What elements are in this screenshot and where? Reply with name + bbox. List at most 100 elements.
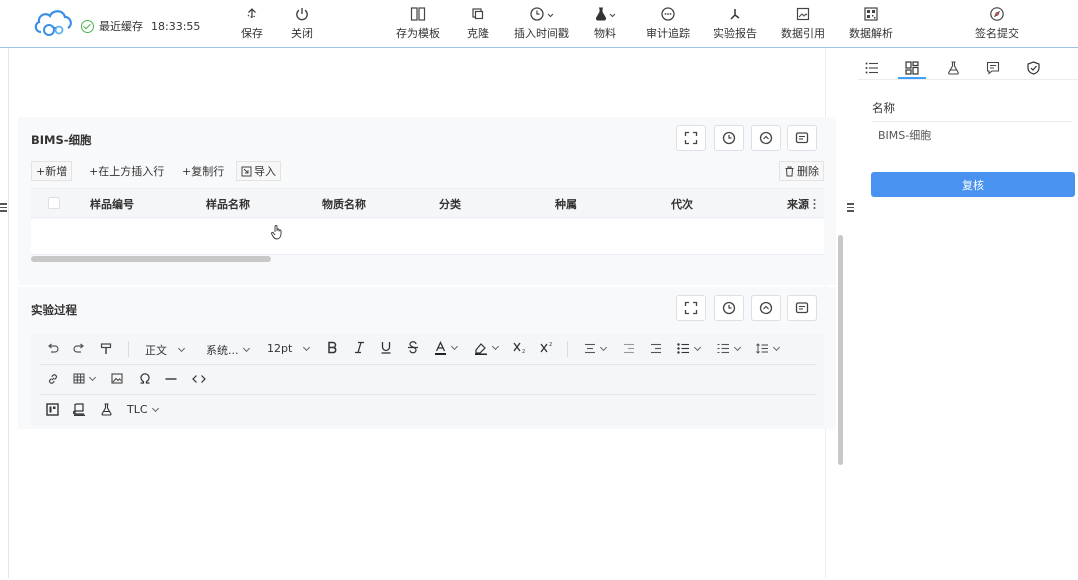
review-button[interactable]: 复核: [871, 172, 1075, 197]
subscript-button[interactable]: 2: [513, 341, 527, 354]
clock-icon: [722, 131, 736, 145]
editor-toolbar-divider: [40, 364, 816, 365]
highlight-color-button[interactable]: [474, 341, 500, 355]
underline-button[interactable]: [380, 341, 392, 354]
left-collapse-handle[interactable]: [0, 203, 7, 212]
sign-submit-button[interactable]: 签名提交: [975, 4, 1019, 44]
column-header: 种属: [555, 198, 577, 211]
insert-timestamp-button[interactable]: 插入时间戳: [514, 4, 569, 44]
align-select[interactable]: [584, 343, 608, 354]
insert-reaction-button[interactable]: [100, 403, 113, 416]
outdent-button[interactable]: [623, 343, 635, 354]
font-color-button[interactable]: [434, 341, 459, 355]
fullscreen-icon: [684, 131, 698, 145]
tlc-select[interactable]: TLC: [127, 403, 159, 416]
audit-trail-button[interactable]: 审计追踪: [646, 4, 690, 44]
chevron-down-icon: [242, 344, 250, 353]
select-all-checkbox[interactable]: [48, 197, 60, 209]
tab-comments[interactable]: [978, 58, 1008, 78]
import-icon: [241, 166, 252, 176]
code-view-button[interactable]: [192, 373, 206, 385]
clock-icon: [528, 4, 556, 24]
bims-history-button[interactable]: [714, 125, 744, 151]
column-header: 物质名称: [322, 198, 366, 211]
strikethrough-button[interactable]: [407, 341, 419, 354]
autosave-time: 18:33:55: [151, 19, 201, 33]
main-scrollbar[interactable]: [838, 235, 843, 465]
numbered-list-select[interactable]: [717, 343, 742, 354]
table-horizontal-scrollbar[interactable]: [31, 256, 271, 262]
upload-icon: [244, 4, 260, 24]
bims-comment-button[interactable]: [787, 125, 817, 151]
format-painter-button[interactable]: [100, 343, 112, 355]
clone-button[interactable]: 克隆: [467, 4, 489, 44]
indent-button[interactable]: [650, 343, 662, 354]
bullet-list-select[interactable]: [677, 343, 702, 354]
data-reference-button[interactable]: 数据引用: [781, 4, 825, 44]
template-icon: [410, 4, 426, 24]
insert-above-button[interactable]: +在上方插入行: [85, 161, 168, 181]
horizontal-rule-button[interactable]: [165, 373, 177, 385]
tab-components[interactable]: [897, 58, 927, 78]
book-icon: [73, 403, 85, 416]
paragraph-select[interactable]: 正文: [145, 342, 186, 358]
special-char-button[interactable]: [139, 372, 151, 384]
chevron-down-icon: [303, 343, 311, 351]
font-size-select[interactable]: 12pt: [267, 342, 311, 355]
bims-collapse-button[interactable]: [751, 125, 781, 151]
bims-table-header: [31, 188, 824, 218]
insert-table-select[interactable]: [73, 373, 97, 384]
process-history-button[interactable]: [714, 295, 744, 321]
dashboard-icon: [905, 61, 919, 75]
italic-icon: [355, 341, 364, 354]
import-button[interactable]: 导入: [236, 161, 281, 181]
save-template-button[interactable]: 存为模板: [396, 4, 440, 44]
right-collapse-handle[interactable]: [847, 203, 854, 212]
bims-section-title: BIMS-细胞: [31, 133, 92, 147]
redo-button[interactable]: [72, 343, 86, 355]
chevron-down-icon: [151, 404, 159, 412]
process-fullscreen-button[interactable]: [676, 295, 706, 321]
indent-icon: [651, 343, 661, 354]
name-input[interactable]: [872, 121, 1072, 147]
tab-outline[interactable]: [857, 58, 887, 78]
highlighter-icon: [475, 343, 487, 355]
insert-link-button[interactable]: [47, 373, 59, 385]
fullscreen-icon: [684, 301, 698, 315]
line-height-select[interactable]: [756, 343, 781, 354]
app-logo: [34, 10, 72, 36]
insert-structure-button[interactable]: [46, 403, 59, 416]
add-row-button[interactable]: +新增: [31, 161, 73, 181]
column-menu-icon[interactable]: [813, 198, 816, 210]
tab-security[interactable]: [1018, 58, 1048, 78]
right-tabs-divider: [858, 79, 1078, 80]
insert-spectrum-button[interactable]: [73, 403, 86, 416]
experiment-report-button[interactable]: 实验报告: [713, 4, 757, 44]
process-collapse-button[interactable]: [751, 295, 781, 321]
chevron-down-icon: [733, 343, 742, 351]
autosave-label: 最近缓存: [99, 20, 143, 33]
superscript-button[interactable]: 2: [540, 341, 554, 354]
undo-button[interactable]: [46, 343, 60, 355]
process-comment-button[interactable]: [787, 295, 817, 321]
undo-icon: [48, 343, 59, 353]
top-toolbar: 最近缓存 18:33:55 保存 关闭 存为模板 克隆 插入时间戳 物料 审计追…: [0, 0, 1078, 48]
close-button[interactable]: 关闭: [291, 4, 313, 44]
tab-experiment[interactable]: [938, 58, 968, 78]
delete-button[interactable]: 删除: [779, 161, 824, 181]
bold-button[interactable]: [327, 341, 338, 354]
bims-fullscreen-button[interactable]: [676, 125, 706, 151]
column-header: 样品编号: [90, 198, 134, 211]
font-family-select[interactable]: 系统...: [206, 342, 250, 358]
chevron-down-icon: [88, 373, 97, 381]
copy-row-button[interactable]: +复制行: [178, 161, 228, 181]
insert-image-button[interactable]: [111, 373, 123, 384]
save-button[interactable]: 保存: [241, 4, 263, 44]
column-header: 分类: [439, 198, 461, 211]
data-parse-button[interactable]: 数据解析: [849, 4, 893, 44]
chevron-down-icon: [450, 342, 459, 351]
comment-icon: [986, 61, 1000, 75]
italic-button[interactable]: [354, 341, 365, 354]
svg-text:2: 2: [549, 342, 552, 348]
material-button[interactable]: 物料: [592, 4, 618, 44]
